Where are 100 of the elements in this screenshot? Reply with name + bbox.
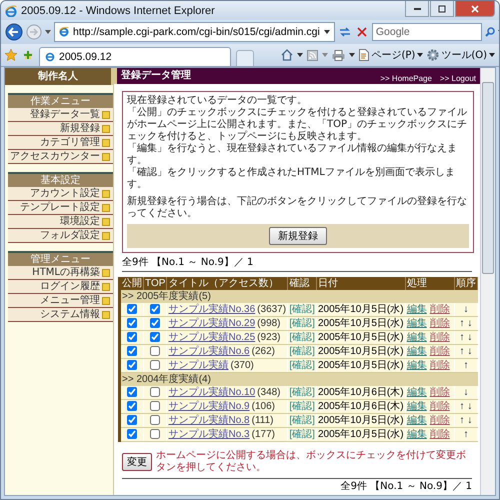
sidebar-item[interactable]: カテゴリ管理	[8, 136, 113, 150]
title-link[interactable]: サンプル実績No.8	[168, 415, 250, 426]
edit-link[interactable]: 編集	[406, 304, 427, 315]
confirm-link[interactable]: [確認]	[289, 346, 315, 357]
delete-link[interactable]: 削除	[430, 415, 450, 426]
public-checkbox[interactable]	[127, 318, 138, 328]
confirm-link[interactable]: [確認]	[289, 387, 315, 398]
edit-link[interactable]: 編集	[406, 429, 427, 440]
confirm-link[interactable]: [確認]	[289, 401, 315, 412]
edit-link[interactable]: 編集	[406, 415, 427, 426]
sidebar-item[interactable]: 環境設定	[8, 215, 113, 229]
top-checkbox[interactable]	[150, 346, 160, 356]
delete-link[interactable]: 削除	[430, 401, 450, 412]
top-checkbox[interactable]	[150, 387, 160, 398]
confirm-link[interactable]: [確認]	[289, 429, 315, 440]
delete-link[interactable]: 削除	[430, 332, 450, 343]
top-checkbox[interactable]	[150, 332, 160, 342]
dropdown-arrow-icon[interactable]	[324, 30, 330, 34]
sidebar-item[interactable]: テンプレート設定	[8, 201, 113, 215]
sidebar-item[interactable]: 登録データ一覧	[8, 108, 113, 122]
top-checkbox[interactable]	[150, 415, 160, 426]
square-bullet-icon	[102, 310, 110, 318]
title-link[interactable]: サンプル実績No.3	[168, 429, 250, 440]
public-checkbox[interactable]	[127, 332, 138, 342]
edit-link[interactable]: 編集	[406, 401, 427, 412]
delete-link[interactable]: 削除	[430, 360, 450, 371]
public-checkbox[interactable]	[127, 401, 138, 412]
info-text: 「公開」のチェックボックスにチェックを付けると登録されているファイルがホームページ上に公開されます。また、「TOP」のチェックボックスにチェックを付けると、トップページにも反映されます。	[127, 107, 468, 142]
delete-link[interactable]: 削除	[430, 304, 450, 315]
edit-link[interactable]: 編集	[406, 360, 427, 371]
toolbar-menu[interactable]: ページ(P)	[359, 48, 424, 62]
confirm-link[interactable]: [確認]	[289, 415, 315, 426]
new-registration-button[interactable]: 新規登録	[269, 227, 327, 245]
public-checkbox[interactable]	[127, 304, 138, 314]
header-link[interactable]: >> Logout	[440, 74, 476, 84]
maximize-button[interactable]	[430, 1, 454, 17]
sidebar-item[interactable]: HTMLの再構築	[8, 266, 113, 280]
home-icon[interactable]	[281, 49, 294, 61]
toolbar-menu[interactable]: ツール(O)	[427, 48, 495, 62]
search-field[interactable]: Google	[372, 23, 482, 41]
address-bar[interactable]: http://sample.cgi-park.com/cgi-bin/s015/cgi/admin.cgi	[54, 22, 335, 42]
confirm-link[interactable]: [確認]	[289, 304, 315, 315]
edit-link[interactable]: 編集	[406, 387, 427, 398]
browser-tab[interactable]: 2005.09.12	[39, 47, 231, 66]
public-checkbox[interactable]	[127, 415, 138, 426]
title-link[interactable]: サンプル実績	[168, 360, 228, 371]
refresh-icon[interactable]	[338, 25, 352, 39]
edit-link[interactable]: 編集	[406, 318, 427, 329]
public-checkbox[interactable]	[127, 346, 138, 356]
sidebar-item[interactable]: フォルダ設定	[8, 229, 113, 243]
order-arrows[interactable]: ↓	[463, 304, 468, 315]
sidebar-item-label: フォルダ設定	[40, 229, 100, 242]
public-checkbox[interactable]	[127, 360, 138, 370]
public-checkbox[interactable]	[127, 387, 138, 398]
delete-link[interactable]: 削除	[430, 318, 450, 329]
title-link[interactable]: サンプル実績No.6	[168, 346, 250, 357]
top-checkbox[interactable]	[150, 401, 160, 412]
confirm-link[interactable]: [確認]	[289, 360, 315, 371]
delete-link[interactable]: 削除	[430, 387, 450, 398]
minimize-button[interactable]	[405, 1, 429, 17]
sidebar-item[interactable]: 新規登録	[8, 122, 113, 136]
header-link[interactable]: >> HomePage	[380, 74, 432, 84]
top-checkbox[interactable]	[150, 429, 160, 440]
sidebar-item[interactable]: ログイン履歴	[8, 280, 113, 294]
order-arrows[interactable]: ↑	[463, 429, 468, 440]
scrollbar[interactable]	[480, 68, 495, 495]
sidebar-item[interactable]: アカウント設定	[8, 187, 113, 201]
sidebar-item[interactable]: アクセスカウンター	[8, 150, 113, 164]
edit-link[interactable]: 編集	[406, 346, 427, 357]
dropdown-arrow-icon[interactable]	[349, 53, 356, 57]
top-checkbox[interactable]	[150, 304, 160, 314]
public-checkbox[interactable]	[127, 429, 138, 440]
sidebar-item[interactable]: システム情報	[8, 308, 113, 322]
access-count: (177)	[252, 429, 275, 440]
order-arrows[interactable]: ↑	[463, 360, 468, 371]
top-checkbox[interactable]	[150, 318, 160, 328]
title-link[interactable]: サンプル実績No.36	[168, 304, 256, 315]
sidebar-item[interactable]: メニュー管理	[8, 294, 113, 308]
order-arrows[interactable]: ↓	[463, 387, 468, 398]
dropdown-arrow-icon[interactable]	[45, 30, 51, 34]
top-checkbox[interactable]	[150, 360, 160, 370]
delete-link[interactable]: 削除	[430, 429, 450, 440]
close-button[interactable]	[455, 1, 495, 17]
edit-link[interactable]: 編集	[406, 332, 427, 343]
feed-icon[interactable]	[307, 50, 318, 60]
confirm-link[interactable]: [確認]	[289, 318, 315, 329]
title-link[interactable]: サンプル実績No.10	[168, 387, 256, 398]
confirm-link[interactable]: [確認]	[289, 332, 315, 343]
stop-icon[interactable]	[354, 25, 369, 39]
title-link[interactable]: サンプル実績No.25	[168, 332, 256, 343]
favorites-star-icon[interactable]	[5, 49, 17, 61]
back-button-icon[interactable]	[5, 23, 23, 41]
search-icon[interactable]	[484, 27, 495, 37]
printer-icon[interactable]	[332, 50, 346, 60]
delete-link[interactable]: 削除	[430, 346, 450, 357]
title-link[interactable]: サンプル実績No.9	[168, 401, 250, 412]
add-favorite-icon[interactable]	[22, 49, 34, 61]
dropdown-arrow-icon[interactable]	[297, 53, 304, 57]
change-button[interactable]: 変更	[122, 453, 152, 471]
title-link[interactable]: サンプル実績No.29	[168, 318, 256, 329]
